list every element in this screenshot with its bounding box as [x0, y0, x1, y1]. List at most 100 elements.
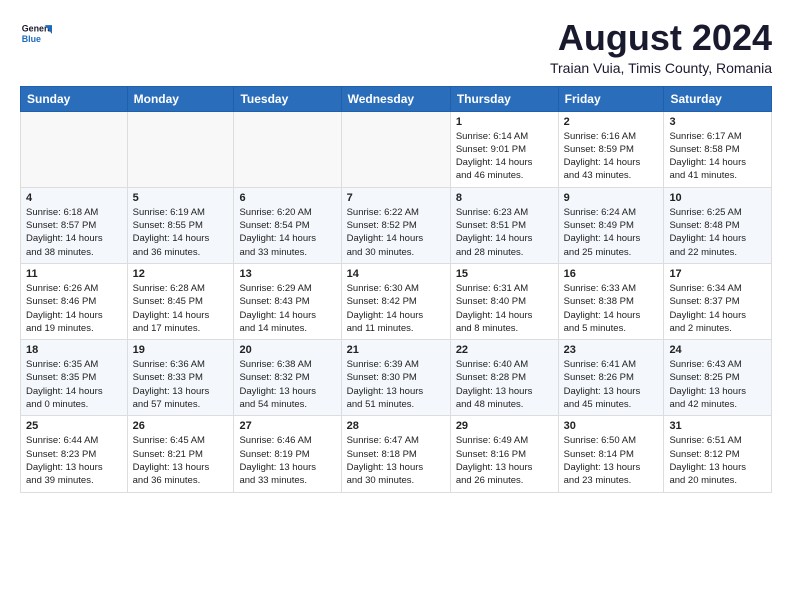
day-info: Sunrise: 6:34 AM Sunset: 8:37 PM Dayligh… [669, 282, 766, 335]
day-info: Sunrise: 6:22 AM Sunset: 8:52 PM Dayligh… [347, 206, 445, 259]
day-info: Sunrise: 6:46 AM Sunset: 8:19 PM Dayligh… [239, 434, 335, 487]
day-info: Sunrise: 6:41 AM Sunset: 8:26 PM Dayligh… [564, 358, 659, 411]
day-number: 6 [239, 192, 335, 204]
calendar-cell [127, 111, 234, 187]
calendar-cell: 13 Sunrise: 6:29 AM Sunset: 8:43 PM Dayli… [234, 263, 341, 339]
day-number: 9 [564, 192, 659, 204]
day-number: 30 [564, 420, 659, 432]
day-number: 17 [669, 268, 766, 280]
calendar-weekday-wednesday: Wednesday [341, 86, 450, 111]
calendar-cell: 29 Sunrise: 6:49 AM Sunset: 8:16 PM Dayli… [450, 416, 558, 492]
day-info: Sunrise: 6:38 AM Sunset: 8:32 PM Dayligh… [239, 358, 335, 411]
page: General Blue General Blue August 2024 Tr… [0, 0, 792, 507]
day-number: 15 [456, 268, 553, 280]
calendar-cell: 16Sunrise: 6:33 AM Sunset: 8:38 PM Dayli… [558, 263, 664, 339]
day-number: 2 [564, 116, 659, 128]
day-number: 25 [26, 420, 122, 432]
calendar-cell [341, 111, 450, 187]
calendar-header-row: SundayMondayTuesdayWednesdayThursdayFrid… [21, 86, 772, 111]
day-number: 22 [456, 344, 553, 356]
day-info: Sunrise: 6:19 AM Sunset: 8:55 PM Dayligh… [133, 206, 229, 259]
calendar-cell: 21Sunrise: 6:39 AM Sunset: 8:30 PM Dayli… [341, 340, 450, 416]
logo-icon: General Blue [20, 18, 52, 50]
day-number: 31 [669, 420, 766, 432]
main-title: August 2024 [550, 18, 772, 58]
day-info: Sunrise: 6:36 AM Sunset: 8:33 PM Dayligh… [133, 358, 229, 411]
day-info: Sunrise: 6:29 AM Sunset: 8:43 PM Dayligh… [239, 282, 335, 335]
day-info: Sunrise: 6:45 AM Sunset: 8:21 PM Dayligh… [133, 434, 229, 487]
day-info: Sunrise: 6:26 AM Sunset: 8:46 PM Dayligh… [26, 282, 122, 335]
day-info: Sunrise: 6:17 AM Sunset: 8:58 PM Dayligh… [669, 130, 766, 183]
calendar-cell: 2 Sunrise: 6:16 AM Sunset: 8:59 PM Daylig… [558, 111, 664, 187]
day-number: 19 [133, 344, 229, 356]
calendar-cell: 19 Sunrise: 6:36 AM Sunset: 8:33 PM Dayli… [127, 340, 234, 416]
calendar-table: SundayMondayTuesdayWednesdayThursdayFrid… [20, 86, 772, 493]
day-info: Sunrise: 6:14 AM Sunset: 9:01 PM Dayligh… [456, 130, 553, 183]
day-info: Sunrise: 6:43 AM Sunset: 8:25 PM Dayligh… [669, 358, 766, 411]
calendar-week-2: 4 Sunrise: 6:18 AM Sunset: 8:57 PM Daylig… [21, 187, 772, 263]
day-number: 26 [133, 420, 229, 432]
calendar-cell: 20 Sunrise: 6:38 AM Sunset: 8:32 PM Dayli… [234, 340, 341, 416]
calendar-cell: 7 Sunrise: 6:22 AM Sunset: 8:52 PM Daylig… [341, 187, 450, 263]
calendar-cell: 9 Sunrise: 6:24 AM Sunset: 8:49 PM Daylig… [558, 187, 664, 263]
day-number: 7 [347, 192, 445, 204]
header: General Blue General Blue August 2024 Tr… [20, 18, 772, 76]
calendar-weekday-thursday: Thursday [450, 86, 558, 111]
day-number: 12 [133, 268, 229, 280]
calendar-week-4: 18Sunrise: 6:35 AM Sunset: 8:35 PM Dayli… [21, 340, 772, 416]
calendar-cell: 26 Sunrise: 6:45 AM Sunset: 8:21 PM Dayli… [127, 416, 234, 492]
day-info: Sunrise: 6:50 AM Sunset: 8:14 PM Dayligh… [564, 434, 659, 487]
day-info: Sunrise: 6:31 AM Sunset: 8:40 PM Dayligh… [456, 282, 553, 335]
day-info: Sunrise: 6:49 AM Sunset: 8:16 PM Dayligh… [456, 434, 553, 487]
calendar-cell: 14 Sunrise: 6:30 AM Sunset: 8:42 PM Dayli… [341, 263, 450, 339]
day-number: 24 [669, 344, 766, 356]
day-info: Sunrise: 6:40 AM Sunset: 8:28 PM Dayligh… [456, 358, 553, 411]
calendar-cell: 11Sunrise: 6:26 AM Sunset: 8:46 PM Dayli… [21, 263, 128, 339]
day-number: 1 [456, 116, 553, 128]
calendar-weekday-friday: Friday [558, 86, 664, 111]
day-number: 21 [347, 344, 445, 356]
calendar-cell: 4 Sunrise: 6:18 AM Sunset: 8:57 PM Daylig… [21, 187, 128, 263]
day-number: 14 [347, 268, 445, 280]
day-info: Sunrise: 6:44 AM Sunset: 8:23 PM Dayligh… [26, 434, 122, 487]
day-info: Sunrise: 6:24 AM Sunset: 8:49 PM Dayligh… [564, 206, 659, 259]
day-number: 28 [347, 420, 445, 432]
calendar-cell: 12Sunrise: 6:28 AM Sunset: 8:45 PM Dayli… [127, 263, 234, 339]
calendar-cell: 17 Sunrise: 6:34 AM Sunset: 8:37 PM Dayli… [664, 263, 772, 339]
day-info: Sunrise: 6:30 AM Sunset: 8:42 PM Dayligh… [347, 282, 445, 335]
calendar-cell: 28 Sunrise: 6:47 AM Sunset: 8:18 PM Dayli… [341, 416, 450, 492]
calendar-weekday-saturday: Saturday [664, 86, 772, 111]
calendar-cell: 10Sunrise: 6:25 AM Sunset: 8:48 PM Dayli… [664, 187, 772, 263]
svg-text:Blue: Blue [22, 34, 41, 44]
calendar-cell: 24 Sunrise: 6:43 AM Sunset: 8:25 PM Dayli… [664, 340, 772, 416]
day-number: 4 [26, 192, 122, 204]
calendar-cell [21, 111, 128, 187]
calendar-week-3: 11Sunrise: 6:26 AM Sunset: 8:46 PM Dayli… [21, 263, 772, 339]
day-info: Sunrise: 6:16 AM Sunset: 8:59 PM Dayligh… [564, 130, 659, 183]
day-info: Sunrise: 6:25 AM Sunset: 8:48 PM Dayligh… [669, 206, 766, 259]
day-number: 13 [239, 268, 335, 280]
calendar-cell: 18Sunrise: 6:35 AM Sunset: 8:35 PM Dayli… [21, 340, 128, 416]
calendar-cell: 23 Sunrise: 6:41 AM Sunset: 8:26 PM Dayli… [558, 340, 664, 416]
day-number: 5 [133, 192, 229, 204]
calendar-weekday-tuesday: Tuesday [234, 86, 341, 111]
calendar-cell [234, 111, 341, 187]
day-number: 23 [564, 344, 659, 356]
calendar-week-5: 25 Sunrise: 6:44 AM Sunset: 8:23 PM Dayli… [21, 416, 772, 492]
calendar-cell: 27Sunrise: 6:46 AM Sunset: 8:19 PM Dayli… [234, 416, 341, 492]
day-info: Sunrise: 6:51 AM Sunset: 8:12 PM Dayligh… [669, 434, 766, 487]
day-number: 20 [239, 344, 335, 356]
calendar-weekday-monday: Monday [127, 86, 234, 111]
calendar-cell: 1 Sunrise: 6:14 AM Sunset: 9:01 PM Daylig… [450, 111, 558, 187]
subtitle: Traian Vuia, Timis County, Romania [550, 60, 772, 76]
calendar-cell: 3Sunrise: 6:17 AM Sunset: 8:58 PM Daylig… [664, 111, 772, 187]
day-number: 16 [564, 268, 659, 280]
calendar-cell: 6Sunrise: 6:20 AM Sunset: 8:54 PM Daylig… [234, 187, 341, 263]
calendar-cell: 30 Sunrise: 6:50 AM Sunset: 8:14 PM Dayli… [558, 416, 664, 492]
title-block: August 2024 Traian Vuia, Timis County, R… [550, 18, 772, 76]
day-number: 8 [456, 192, 553, 204]
calendar-cell: 25 Sunrise: 6:44 AM Sunset: 8:23 PM Dayli… [21, 416, 128, 492]
day-info: Sunrise: 6:18 AM Sunset: 8:57 PM Dayligh… [26, 206, 122, 259]
day-number: 29 [456, 420, 553, 432]
day-info: Sunrise: 6:47 AM Sunset: 8:18 PM Dayligh… [347, 434, 445, 487]
